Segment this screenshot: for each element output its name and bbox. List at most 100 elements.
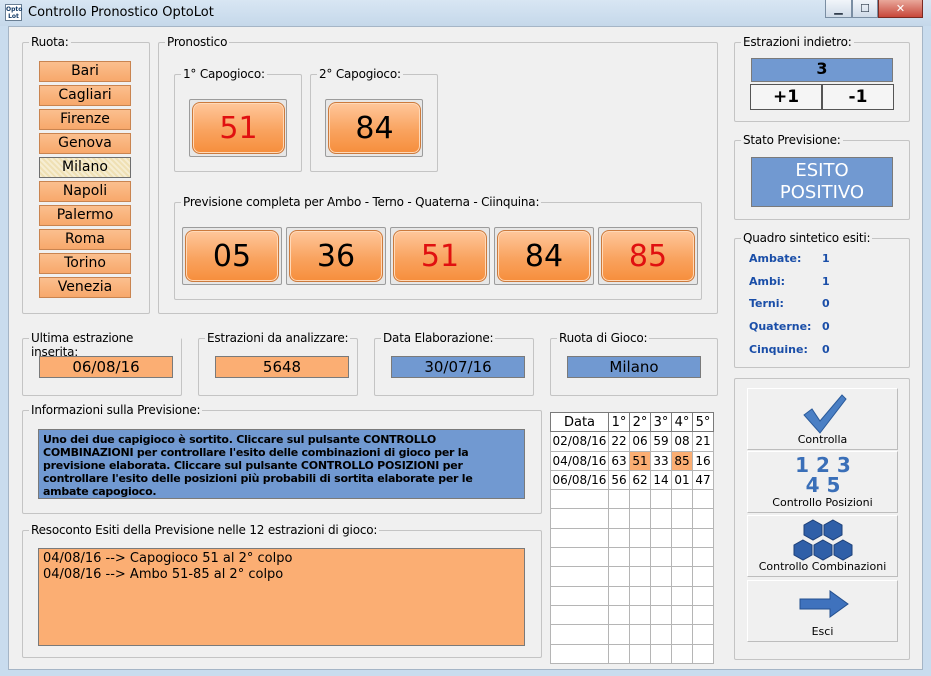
stato-previsione-label: Stato Previsione: <box>741 133 843 147</box>
table-cell-empty <box>650 508 672 529</box>
table-header: 2° <box>629 411 651 433</box>
quadro-row-label: Quaterne: <box>749 320 812 334</box>
table-cell-empty <box>650 489 672 510</box>
table-cell-date: 04/08/16 <box>550 450 609 471</box>
table-cell-number: 85 <box>671 450 693 471</box>
table-cell-empty <box>692 624 714 645</box>
pronostico-label: Pronostico <box>165 35 230 49</box>
ruota-label: Ruota: <box>29 35 71 49</box>
table-cell-empty <box>671 624 693 645</box>
table-cell-empty <box>692 489 714 510</box>
table-cell-empty <box>629 585 651 606</box>
close-button[interactable]: ✕ <box>878 0 923 18</box>
table-header-row: Data 1° 2° 3° 4° 5° <box>550 411 714 433</box>
resoconto-label: Resoconto Esiti della Previsione nelle 1… <box>29 523 380 537</box>
ruota-milano-button[interactable]: Milano <box>39 157 131 178</box>
table-cell-empty <box>550 604 609 626</box>
table-cell-empty <box>629 566 651 587</box>
table-cell-number: 08 <box>671 431 693 452</box>
table-cell-number: 59 <box>650 431 672 452</box>
ruota-roma-button[interactable]: Roma <box>39 229 131 250</box>
table-cell-empty <box>671 489 693 510</box>
table-cell-empty <box>629 527 651 549</box>
maximize-button[interactable]: ☐ <box>852 0 878 18</box>
table-cell-number: 63 <box>608 450 630 471</box>
table-row <box>550 566 714 587</box>
table-row: 06/08/16 56 62 14 01 47 <box>550 469 714 491</box>
capogioco1-label: 1° Capogioco: <box>181 67 267 81</box>
quadro-label: Quadro sintetico esiti: <box>741 231 873 245</box>
quadro-row-label: Cinquine: <box>749 342 808 356</box>
controllo-posizioni-button[interactable]: 1 2 3 4 5 Controllo Posizioni <box>747 451 898 513</box>
table-cell-empty <box>608 508 630 529</box>
title-bar[interactable]: Opto Lot Controllo Pronostico OptoLot ▁ … <box>0 0 931 26</box>
table-cell-empty <box>650 585 672 606</box>
ultima-estrazione-label: Ultima estrazione inserita: <box>29 331 181 359</box>
previsione-number: 36 <box>289 230 383 282</box>
ruota-gioco-value: Milano <box>567 356 701 378</box>
ruota-bari-button[interactable]: Bari <box>39 61 131 82</box>
window-title: Controllo Pronostico OptoLot <box>28 5 214 20</box>
ruota-venezia-button[interactable]: Venezia <box>39 277 131 298</box>
table-cell-number: 21 <box>692 431 714 452</box>
controlla-label: Controlla <box>797 433 848 446</box>
ruota-napoli-button[interactable]: Napoli <box>39 181 131 202</box>
table-cell-number: 56 <box>608 469 630 491</box>
controllo-combinazioni-button[interactable]: Controllo Combinazioni <box>747 515 898 577</box>
estrazioni-analizzare-label: Estrazioni da analizzare: <box>205 331 351 345</box>
ultima-estrazione-value: 06/08/16 <box>39 356 173 378</box>
previsione-number: 51 <box>393 230 487 282</box>
posizioni-icon-line: 1 2 3 <box>795 453 851 477</box>
capogioco1-value: 51 <box>192 102 285 154</box>
table-row <box>550 643 714 664</box>
table-header: Data <box>550 411 609 433</box>
ruota-palermo-button[interactable]: Palermo <box>39 205 131 226</box>
ruota-firenze-button[interactable]: Firenze <box>39 109 131 130</box>
posizioni-icon-line: 4 5 <box>805 473 841 497</box>
table-cell-empty <box>608 527 630 549</box>
quadro-row-value: 0 <box>822 342 830 356</box>
esci-label: Esci <box>811 625 834 638</box>
ruota-torino-button[interactable]: Torino <box>39 253 131 274</box>
resoconto-line: 04/08/16 --> Capogioco 51 al 2° colpo <box>43 551 293 566</box>
table-cell-empty <box>650 547 672 568</box>
table-cell-empty <box>550 489 609 510</box>
capogioco2-value: 84 <box>328 102 421 154</box>
minimize-button[interactable]: ▁ <box>825 0 852 18</box>
ruota-cagliari-button[interactable]: Cagliari <box>39 85 131 106</box>
table-row <box>550 604 714 626</box>
table-row <box>550 547 714 568</box>
table-cell-empty <box>650 566 672 587</box>
table-cell-empty <box>608 585 630 606</box>
minimize-icon: ▁ <box>834 3 843 15</box>
app-icon[interactable]: Opto Lot <box>5 4 22 21</box>
minus-one-button[interactable]: -1 <box>822 84 894 110</box>
table-row <box>550 624 714 645</box>
table-cell-empty <box>550 624 609 645</box>
table-cell-empty <box>671 566 693 587</box>
table-header: 1° <box>608 411 630 433</box>
table-row <box>550 527 714 549</box>
table-cell-empty <box>650 643 672 664</box>
table-cell-empty <box>629 604 651 626</box>
plus-one-button[interactable]: +1 <box>750 84 822 110</box>
table-cell-empty <box>692 566 714 587</box>
posizioni-icon: 1 2 3 4 5 <box>788 455 858 495</box>
table-cell-number: 22 <box>608 431 630 452</box>
informazioni-label: Informazioni sulla Previsione: <box>29 403 203 417</box>
table-cell-empty <box>671 508 693 529</box>
quadro-row-value: 0 <box>822 320 830 334</box>
esci-button[interactable]: Esci <box>747 580 898 642</box>
table-cell-empty <box>550 527 609 549</box>
table-cell-empty <box>550 566 609 587</box>
ruota-genova-button[interactable]: Genova <box>39 133 131 154</box>
controlla-button[interactable]: Controlla <box>747 388 898 450</box>
resoconto-text: 04/08/16 --> Capogioco 51 al 2° colpo 04… <box>38 548 525 646</box>
quadro-row-value: 0 <box>822 297 830 311</box>
stato-previsione-value: ESITO POSITIVO <box>751 157 893 207</box>
table-cell-empty <box>629 643 651 664</box>
table-cell-empty <box>608 624 630 645</box>
table-cell-number: 47 <box>692 469 714 491</box>
table-cell-empty <box>671 527 693 549</box>
table-cell-empty <box>550 508 609 529</box>
